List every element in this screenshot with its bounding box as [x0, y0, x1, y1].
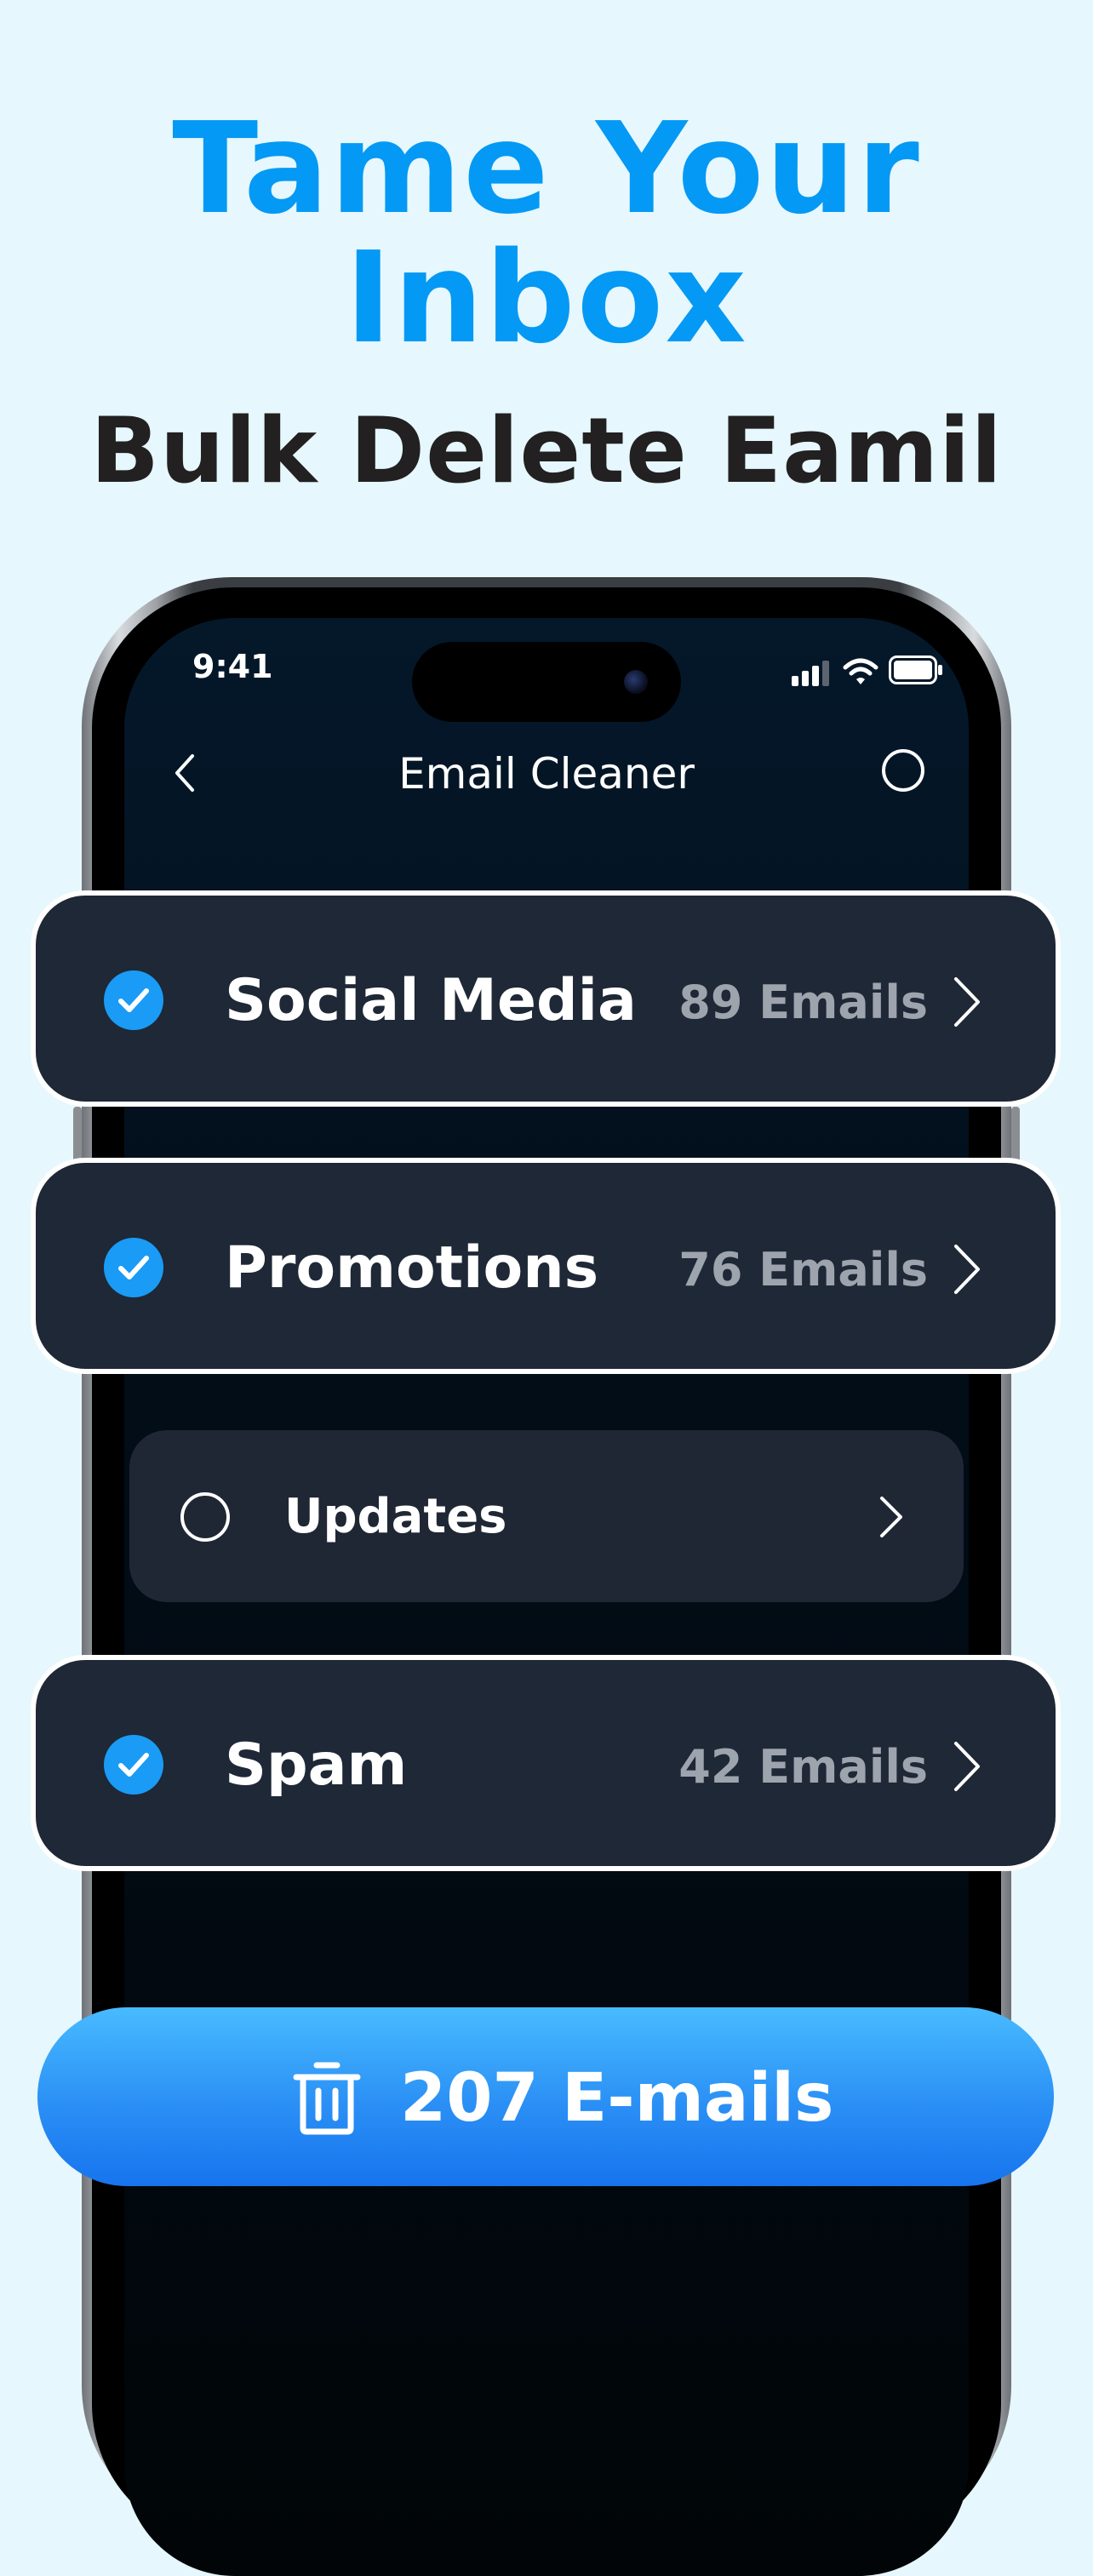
- chevron-right-icon: [954, 1742, 980, 1791]
- chevron-right-icon: [880, 1497, 902, 1537]
- category-count: 76 Emails: [678, 1243, 928, 1297]
- signal-icon: [792, 661, 829, 686]
- battery-icon: [889, 655, 942, 684]
- status-time: 9:41: [192, 648, 273, 685]
- category-card-social-media[interactable]: Social Media 89 Emails: [31, 890, 1061, 1107]
- category-card-spam[interactable]: Spam 42 Emails: [31, 1655, 1061, 1871]
- category-label: Spam: [225, 1732, 408, 1799]
- category-card-promotions[interactable]: Promotions 76 Emails: [31, 1158, 1061, 1374]
- chevron-right-icon: [954, 1245, 980, 1294]
- category-count: 42 Emails: [678, 1740, 928, 1794]
- headline-subtitle: Bulk Delete Eamil: [90, 398, 1003, 503]
- back-chevron-icon[interactable]: [172, 753, 196, 793]
- checkmark-icon[interactable]: [104, 970, 163, 1030]
- delete-emails-button[interactable]: 207 E-mails: [37, 2007, 1054, 2186]
- camera-icon: [624, 670, 648, 694]
- select-all-toggle[interactable]: [882, 749, 924, 792]
- page-title: Email Cleaner: [398, 749, 695, 799]
- checkmark-icon[interactable]: [104, 1735, 163, 1795]
- delete-button-label: 207 E-mails: [400, 2060, 834, 2137]
- headline-line-2: Inbox: [345, 225, 748, 371]
- chevron-right-icon: [954, 977, 980, 1027]
- category-label: Updates: [284, 1489, 507, 1544]
- category-count: 89 Emails: [678, 976, 928, 1029]
- unchecked-radio[interactable]: [180, 1492, 230, 1542]
- category-label: Promotions: [225, 1234, 599, 1302]
- trash-icon: [293, 2062, 361, 2135]
- headline-line-1: Tame Your: [172, 95, 921, 242]
- checkmark-icon[interactable]: [104, 1238, 163, 1297]
- category-row-updates[interactable]: Updates: [129, 1430, 964, 1602]
- category-label: Social Media: [225, 967, 637, 1034]
- wifi-icon: [843, 658, 878, 684]
